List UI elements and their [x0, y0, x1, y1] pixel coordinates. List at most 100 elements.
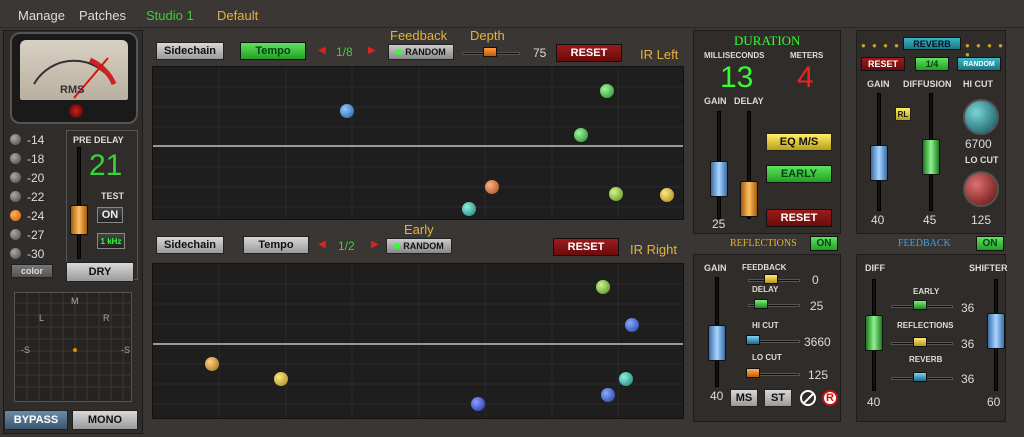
depth-label: Depth — [470, 28, 505, 43]
refl-delay-slider[interactable] — [754, 299, 768, 309]
xy-r-label: R — [103, 313, 110, 323]
right-reset-button[interactable]: RESET — [553, 238, 619, 256]
fb-reverb-slider[interactable] — [913, 372, 927, 382]
ir-point[interactable] — [274, 372, 288, 386]
level-option[interactable]: -20 — [10, 168, 60, 187]
ir-point[interactable] — [619, 372, 633, 386]
ir-point[interactable] — [462, 202, 476, 216]
right-division-prev-icon[interactable]: ◀ — [318, 239, 326, 250]
rl-button[interactable]: RL — [895, 107, 911, 121]
menu-studio[interactable]: Studio 1 — [146, 8, 194, 23]
ir-left-grid[interactable] — [152, 66, 684, 220]
reverb-hicut-knob[interactable] — [963, 99, 999, 135]
ir-point[interactable] — [660, 188, 674, 202]
ir-point[interactable] — [600, 84, 614, 98]
right-tempo-button[interactable]: Tempo — [243, 236, 309, 254]
eq-ms-button[interactable]: EQ M/S — [766, 133, 832, 151]
1khz-button[interactable]: 1 kHz — [97, 233, 125, 249]
refl-gain-fader[interactable] — [708, 325, 726, 361]
level-option[interactable]: -18 — [10, 149, 60, 168]
menu-manage[interactable]: Manage — [18, 8, 65, 23]
fb-reflections-slider[interactable] — [913, 337, 927, 347]
left-sidechain-button[interactable]: Sidechain — [156, 42, 224, 60]
duration-reset-button[interactable]: RESET — [766, 209, 832, 227]
level-option[interactable]: -30 — [10, 244, 60, 263]
reverb-hicut-label: HI CUT — [963, 79, 993, 89]
refl-locut-slider[interactable] — [746, 368, 760, 378]
left-tempo-button[interactable]: Tempo — [240, 42, 306, 60]
left-division-next-icon[interactable]: ▶ — [368, 45, 376, 56]
stereo-xy-pad[interactable]: M L R -S -S — [14, 292, 133, 403]
level-radio-icon[interactable] — [10, 134, 21, 145]
color-button[interactable]: color — [11, 264, 53, 278]
bypass-button[interactable]: BYPASS — [4, 410, 68, 430]
level-radio-icon[interactable] — [10, 153, 21, 164]
duration-gain-fader[interactable] — [710, 161, 728, 197]
ir-point[interactable] — [601, 388, 615, 402]
ir-point[interactable] — [625, 318, 639, 332]
level-label: -18 — [27, 151, 45, 166]
right-random-button[interactable]: RANDOM — [386, 238, 452, 254]
left-division-prev-icon[interactable]: ◀ — [318, 45, 326, 56]
level-option[interactable]: -14 — [10, 130, 60, 149]
early-button[interactable]: EARLY — [766, 165, 832, 183]
ir-point[interactable] — [574, 128, 588, 142]
ms-value: 13 — [720, 61, 754, 94]
diff-label: DIFF — [865, 263, 885, 273]
ir-point[interactable] — [340, 104, 354, 118]
level-radio-icon[interactable] — [10, 248, 21, 259]
swap-channels-icon[interactable]: R — [822, 390, 838, 406]
level-radio-icon[interactable] — [10, 172, 21, 183]
level-option[interactable]: -24 — [10, 206, 60, 225]
level-option[interactable]: -22 — [10, 187, 60, 206]
reverb-division-button[interactable]: 1/4 — [915, 57, 949, 71]
st-button[interactable]: ST — [764, 389, 792, 407]
ir-point[interactable] — [596, 280, 610, 294]
right-sidechain-button[interactable]: Sidechain — [156, 236, 224, 254]
reverb-random-button[interactable]: RANDOM — [957, 57, 1001, 71]
fb-reverb-label: REVERB — [909, 355, 943, 364]
ir-point[interactable] — [485, 180, 499, 194]
refl-hicut-label: HI CUT — [752, 321, 779, 330]
reflections-panel: GAIN 40 FEEDBACK 0 DELAY 25 HI CUT 3660 … — [693, 254, 841, 422]
ir-point[interactable] — [609, 187, 623, 201]
early-label: Early — [404, 222, 434, 237]
menu-patches[interactable]: Patches — [79, 8, 126, 23]
feedback-on-button[interactable]: ON — [976, 236, 1004, 251]
right-division-next-icon[interactable]: ▶ — [371, 239, 379, 250]
mono-button[interactable]: MONO — [72, 410, 138, 430]
level-radio-icon[interactable] — [10, 210, 21, 221]
dry-button[interactable]: DRY — [66, 262, 134, 282]
refl-feedback-slider[interactable] — [764, 274, 778, 284]
level-radio-icon[interactable] — [10, 191, 21, 202]
ir-point[interactable] — [205, 357, 219, 371]
test-on-button[interactable]: ON — [97, 207, 123, 223]
reverb-reset-button[interactable]: RESET — [861, 57, 905, 71]
ir-right-grid[interactable] — [152, 263, 684, 419]
refl-hicut-slider[interactable] — [746, 335, 760, 345]
reverb-gain-fader[interactable] — [870, 145, 888, 181]
depth-slider[interactable] — [483, 47, 497, 57]
reverb-diffusion-fader[interactable] — [922, 139, 940, 175]
level-radio-icon[interactable] — [10, 229, 21, 240]
fb-early-slider[interactable] — [913, 300, 927, 310]
duration-delay-fader[interactable] — [740, 181, 758, 217]
left-reset-button[interactable]: RESET — [556, 44, 622, 62]
level-option[interactable]: -27 — [10, 225, 60, 244]
diff-fader[interactable] — [865, 315, 883, 351]
phase-invert-icon[interactable] — [800, 390, 816, 406]
left-random-button[interactable]: RANDOM — [388, 44, 454, 60]
shifter-fader[interactable] — [987, 313, 1005, 349]
reverb-locut-knob[interactable] — [963, 171, 999, 207]
predelay-fader[interactable] — [70, 205, 88, 235]
duration-gain-value: 25 — [712, 217, 726, 231]
fb-reflections-label: REFLECTIONS — [897, 321, 954, 330]
reflections-on-button[interactable]: ON — [810, 236, 838, 251]
menu-preset[interactable]: Default — [217, 8, 258, 23]
ms-button[interactable]: MS — [730, 389, 758, 407]
ms-label: MILLISECONDS — [704, 51, 765, 60]
reverb-button[interactable]: REVERB — [903, 37, 961, 50]
fb-reflections-value: 36 — [961, 337, 975, 351]
ir-point[interactable] — [471, 397, 485, 411]
refl-feedback-label: FEEDBACK — [742, 263, 787, 272]
